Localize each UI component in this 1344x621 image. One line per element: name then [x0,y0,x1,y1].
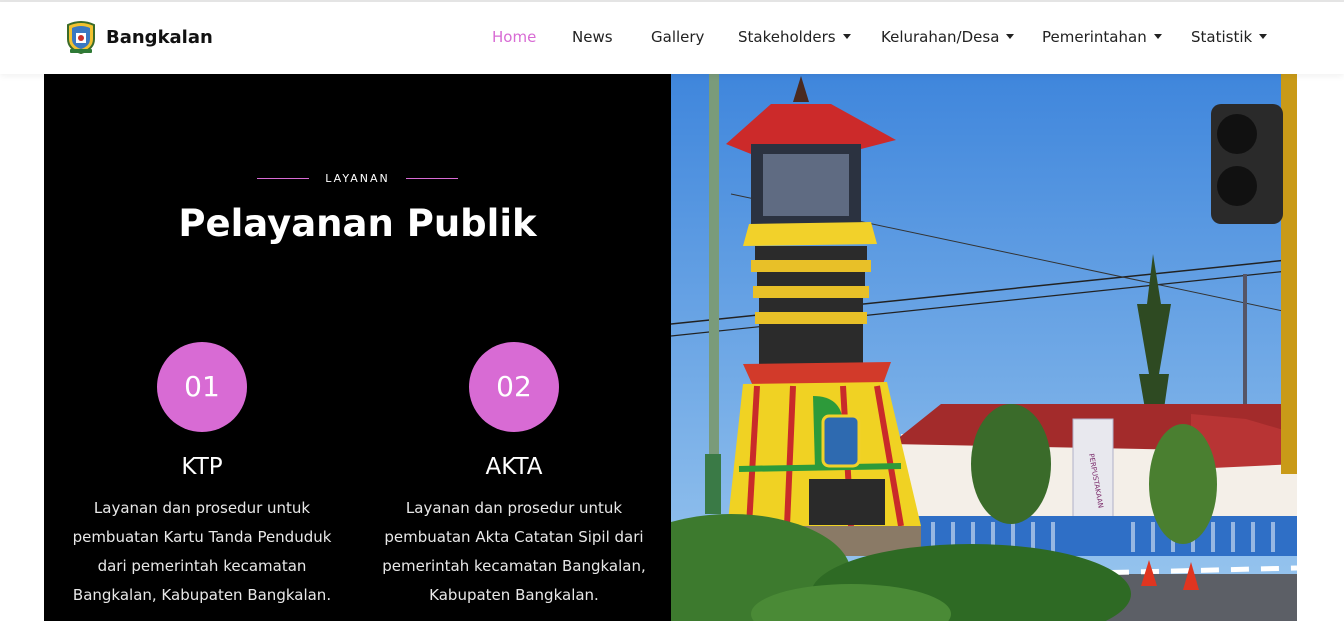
section-eyebrow: LAYANAN [44,172,671,185]
nav-pemerintahan[interactable]: Pemerintahan [1042,28,1162,46]
section-title: Pelayanan Publik [178,202,537,245]
nav-news[interactable]: News [572,28,613,46]
service-card-ktp: 01 KTP Layanan dan prosedur untuk pembua… [52,342,352,610]
nav-statistik[interactable]: Statistik [1191,28,1268,46]
brand-name: Bangkalan [106,26,213,48]
eyebrow-line-right [405,178,458,179]
caret-down-icon [1153,34,1162,39]
caret-down-icon [1006,34,1015,39]
nav-kelurahan-desa[interactable]: Kelurahan/Desa [881,28,1015,46]
caret-down-icon [842,34,851,39]
service-description: Layanan dan prosedur untuk pembuatan Kar… [72,499,332,604]
service-title: AKTA [485,454,543,480]
service-card-akta: 02 AKTA Layanan dan prosedur untuk pembu… [364,342,664,610]
brand-link[interactable]: Bangkalan [64,19,213,55]
monument-photo: PERPUSTAKAAN [671,74,1297,621]
navbar: Bangkalan Home News Gallery Stakeholders… [0,2,1344,74]
nav-home[interactable]: Home [492,28,536,46]
nav-statistik-label: Statistik [1191,28,1253,46]
service-description: Layanan dan prosedur untuk pembuatan Akt… [382,499,646,604]
nav-stakeholders-label: Stakeholders [738,28,836,46]
nav-kelurahan-desa-label: Kelurahan/Desa [881,28,1000,46]
nav-pemerintahan-label: Pemerintahan [1042,28,1147,46]
eyebrow-text: LAYANAN [325,172,390,185]
services-panel: LAYANAN Pelayanan Publik 01 KTP Layanan … [44,74,671,621]
eyebrow-line-left [257,178,310,179]
service-number-badge: 02 [469,342,559,432]
monument-photo-illustration: PERPUSTAKAAN [671,74,1297,621]
coat-of-arms-icon [67,21,95,55]
nav-stakeholders[interactable]: Stakeholders [738,28,851,46]
service-number-badge: 01 [157,342,247,432]
nav-gallery[interactable]: Gallery [651,28,704,46]
caret-down-icon [1259,34,1268,39]
service-title: KTP [181,454,223,480]
